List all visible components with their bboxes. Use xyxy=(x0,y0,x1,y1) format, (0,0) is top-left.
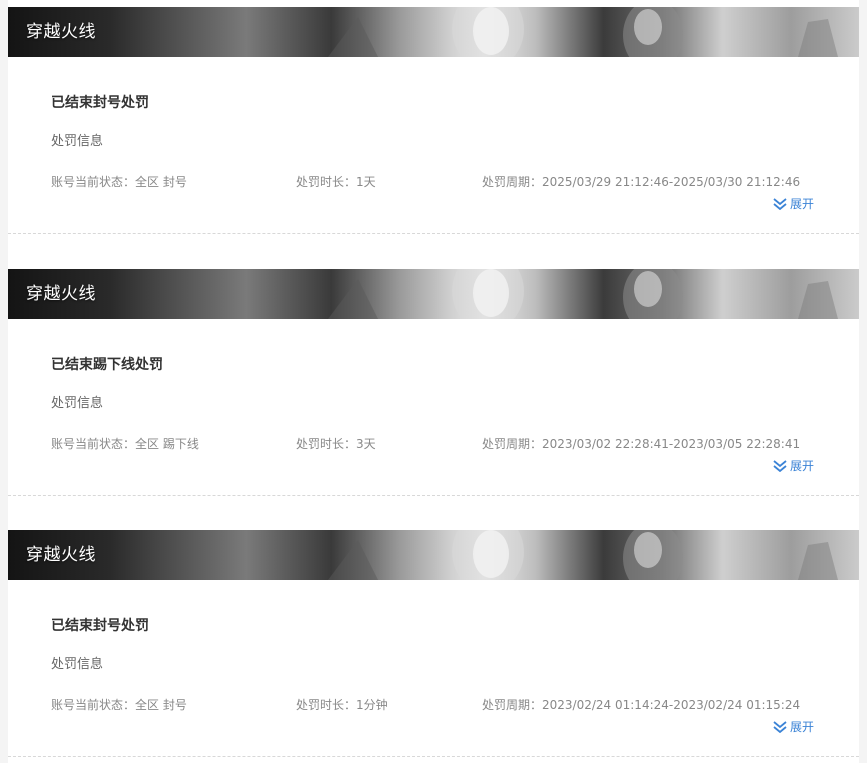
punishment-period: 处罚周期：2023/02/24 01:14:24-2023/02/24 01:1… xyxy=(482,696,800,714)
punishment-duration: 处罚时长：1分钟 xyxy=(296,696,388,714)
double-chevron-down-icon xyxy=(773,721,787,733)
account-status-label: 账号当前状态： xyxy=(51,698,136,712)
punishment-period: 处罚周期：2023/03/02 22:28:41-2023/03/05 22:2… xyxy=(482,435,800,453)
account-status-value: 全区 封号 xyxy=(135,175,187,189)
card-divider xyxy=(8,233,859,234)
game-name: 穿越火线 xyxy=(26,545,96,565)
account-status: 账号当前状态：全区 封号 xyxy=(51,173,187,191)
card-divider xyxy=(8,756,859,757)
expand-label: 展开 xyxy=(790,197,815,211)
punishment-info-label: 处罚信息 xyxy=(51,396,104,411)
double-chevron-down-icon xyxy=(773,460,787,472)
banner-artwork-image xyxy=(328,530,838,580)
expand-button[interactable]: 展开 xyxy=(773,195,814,213)
punishment-info-label: 处罚信息 xyxy=(51,657,104,672)
expand-button[interactable]: 展开 xyxy=(773,718,814,736)
banner-artwork-image xyxy=(328,7,838,57)
punishment-duration: 处罚时长：3天 xyxy=(296,435,376,453)
game-banner: 穿越火线 xyxy=(8,7,859,57)
punishment-duration-value: 3天 xyxy=(356,437,376,451)
punishment-title: 已结束踢下线处罚 xyxy=(51,357,163,373)
punishment-duration-label: 处罚时长： xyxy=(296,175,357,189)
punishment-info-label: 处罚信息 xyxy=(51,134,104,149)
expand-label: 展开 xyxy=(790,459,815,473)
punishment-duration-value: 1分钟 xyxy=(356,698,388,712)
punishment-duration: 处罚时长：1天 xyxy=(296,173,376,191)
punishment-period: 处罚周期：2025/03/29 21:12:46-2025/03/30 21:1… xyxy=(482,173,800,191)
punishment-duration-label: 处罚时长： xyxy=(296,698,357,712)
punishment-record-list: 穿越火线 已结束封号处罚 处罚信息 账号当前状态：全区 封号 处罚时长：1天 处… xyxy=(8,0,859,763)
punishment-period-label: 处罚周期： xyxy=(482,437,543,451)
game-banner: 穿越火线 xyxy=(8,530,859,580)
double-chevron-down-icon xyxy=(773,198,787,210)
punishment-period-value: 2023/02/24 01:14:24-2023/02/24 01:15:24 xyxy=(542,698,801,712)
punishment-duration-label: 处罚时长： xyxy=(296,437,357,451)
game-name: 穿越火线 xyxy=(26,284,96,304)
game-banner: 穿越火线 xyxy=(8,269,859,319)
punishment-duration-value: 1天 xyxy=(356,175,376,189)
account-status-label: 账号当前状态： xyxy=(51,175,136,189)
account-status: 账号当前状态：全区 踢下线 xyxy=(51,435,199,453)
banner-artwork-image xyxy=(328,269,838,319)
expand-button[interactable]: 展开 xyxy=(773,457,814,475)
card-divider xyxy=(8,495,859,496)
punishment-title: 已结束封号处罚 xyxy=(51,95,149,111)
expand-label: 展开 xyxy=(790,720,815,734)
game-name: 穿越火线 xyxy=(26,22,96,42)
punishment-period-value: 2025/03/29 21:12:46-2025/03/30 21:12:46 xyxy=(542,175,801,189)
account-status-value: 全区 封号 xyxy=(135,698,187,712)
account-status: 账号当前状态：全区 封号 xyxy=(51,696,187,714)
account-status-label: 账号当前状态： xyxy=(51,437,136,451)
punishment-period-label: 处罚周期： xyxy=(482,175,543,189)
punishment-period-label: 处罚周期： xyxy=(482,698,543,712)
punishment-title: 已结束封号处罚 xyxy=(51,618,149,634)
account-status-value: 全区 踢下线 xyxy=(135,437,199,451)
punishment-period-value: 2023/03/02 22:28:41-2023/03/05 22:28:41 xyxy=(542,437,801,451)
